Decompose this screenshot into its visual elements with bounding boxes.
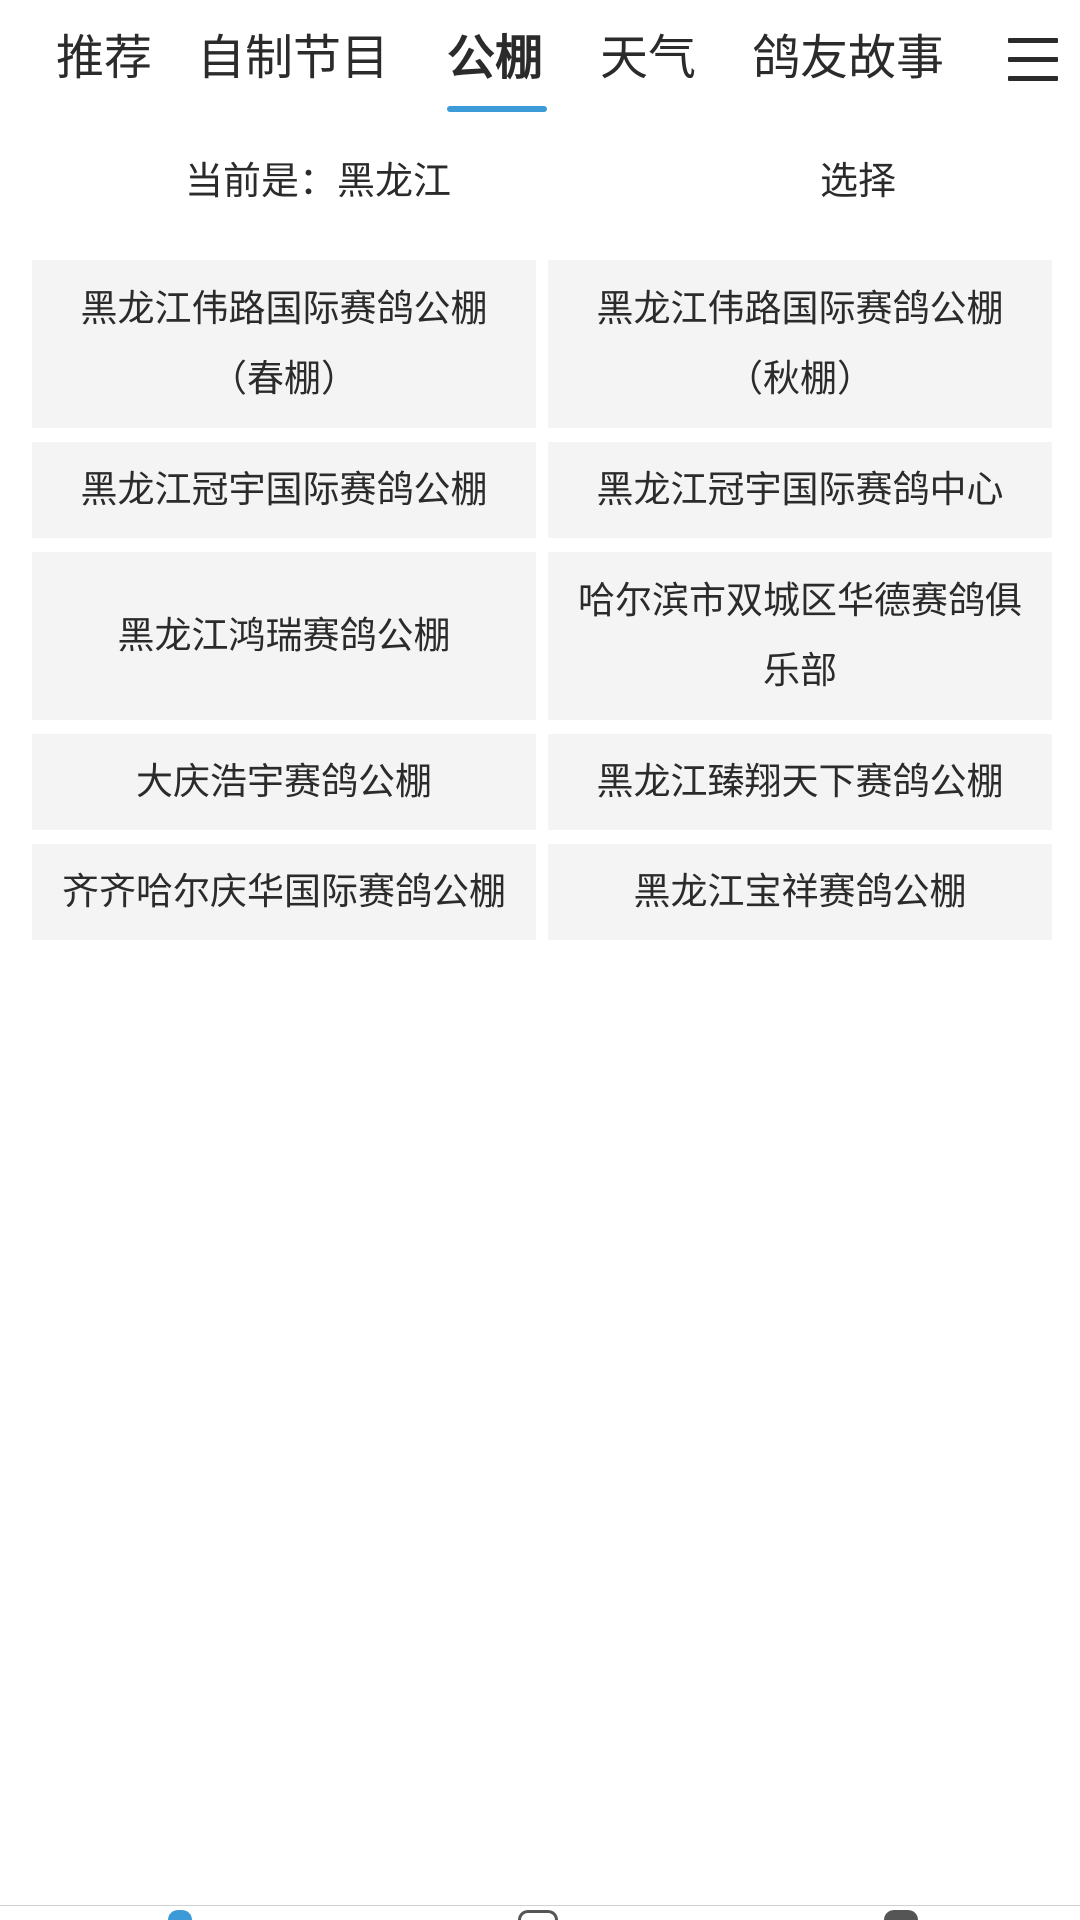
loft-name: 黑龙江冠宇国际赛鸽中心: [596, 468, 1004, 511]
loft-name: 大庆浩宇赛鸽公棚: [136, 760, 432, 803]
active-tab-indicator: [447, 106, 547, 112]
loft-item[interactable]: 大庆浩宇赛鸽公棚: [32, 734, 536, 830]
current-region-label: 当前是：黑龙江: [185, 159, 452, 203]
loft-item[interactable]: 黑龙江伟路国际赛鸽公棚（秋棚）: [548, 260, 1052, 428]
loft-item[interactable]: 齐齐哈尔庆华国际赛鸽公棚: [32, 844, 536, 940]
hamburger-menu-icon[interactable]: [1008, 38, 1058, 82]
top-tab-bar: 推荐 自制节目 公棚 天气 鸽友故事: [0, 0, 1080, 118]
tab-original-programs[interactable]: 自制节目: [197, 22, 389, 94]
tab-recommend[interactable]: 推荐: [56, 22, 152, 94]
loft-name: 黑龙江鸿瑞赛鸽公棚: [117, 614, 451, 657]
loft-name: 齐齐哈尔庆华国际赛鸽公棚: [62, 870, 506, 913]
discover-icon[interactable]: [518, 1910, 558, 1920]
loft-name: 黑龙江伟路国际赛鸽公棚（秋棚）: [596, 287, 1004, 400]
loft-name: 黑龙江臻翔天下赛鸽公棚: [596, 760, 1004, 803]
loft-name: 黑龙江宝祥赛鸽公棚: [633, 870, 967, 913]
loft-name: 黑龙江伟路国际赛鸽公棚（春棚）: [80, 287, 488, 400]
tab-weather[interactable]: 天气: [600, 22, 696, 94]
loft-item[interactable]: 黑龙江冠宇国际赛鸽中心: [548, 442, 1052, 538]
loft-item[interactable]: 黑龙江鸿瑞赛鸽公棚: [32, 552, 536, 720]
select-region-button[interactable]: 选择: [820, 150, 896, 212]
bottom-nav-divider: [0, 1905, 1080, 1906]
tab-public-lofts[interactable]: 公棚: [447, 22, 543, 94]
tab-fancier-stories[interactable]: 鸽友故事: [752, 22, 944, 94]
loft-item[interactable]: 黑龙江臻翔天下赛鸽公棚: [548, 734, 1052, 830]
loft-name: 黑龙江冠宇国际赛鸽公棚: [80, 468, 488, 511]
loft-item[interactable]: 哈尔滨市双城区华德赛鸽俱乐部: [548, 552, 1052, 720]
loft-item[interactable]: 黑龙江冠宇国际赛鸽公棚: [32, 442, 536, 538]
profile-icon[interactable]: [884, 1910, 918, 1920]
loft-item[interactable]: 黑龙江宝祥赛鸽公棚: [548, 844, 1052, 940]
loft-item[interactable]: 黑龙江伟路国际赛鸽公棚（春棚）: [32, 260, 536, 428]
loft-name: 哈尔滨市双城区华德赛鸽俱乐部: [578, 579, 1022, 692]
region-row: 当前是：黑龙江 选择: [0, 150, 1080, 212]
home-icon[interactable]: [168, 1910, 192, 1920]
